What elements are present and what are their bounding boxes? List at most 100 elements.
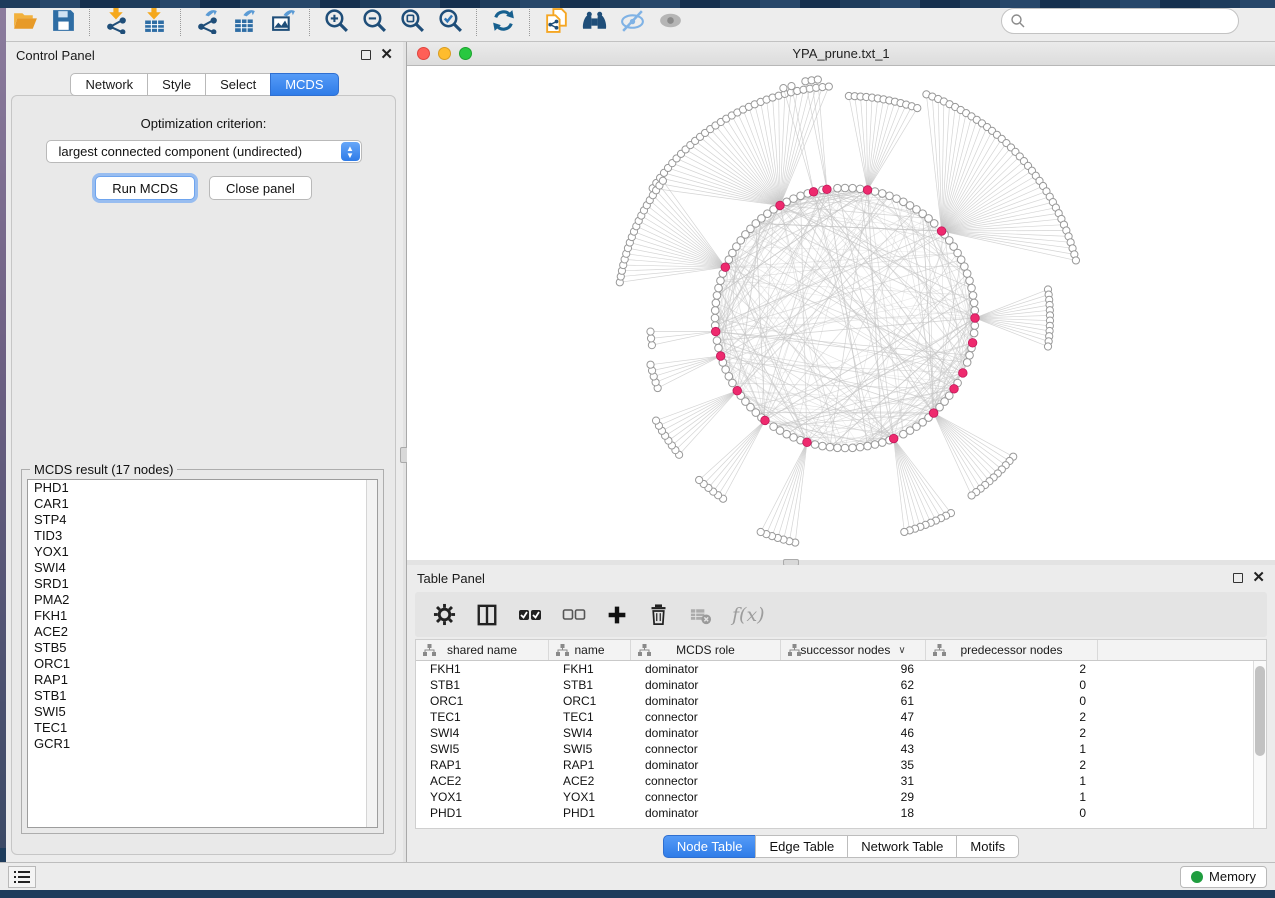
toolbar-separator bbox=[180, 6, 181, 36]
tab-motifs[interactable]: Motifs bbox=[956, 835, 1019, 858]
node-table[interactable]: shared namenameMCDS rolesuccessor nodes∨… bbox=[415, 639, 1267, 829]
cell-shared-name: ACE2 bbox=[416, 774, 549, 788]
add-column-button[interactable] bbox=[606, 604, 628, 626]
cell-predecessor-nodes: 0 bbox=[926, 678, 1098, 692]
mcds-result-item[interactable]: ACE2 bbox=[28, 624, 377, 640]
network-graph[interactable] bbox=[407, 66, 1275, 559]
zoom-in-icon bbox=[323, 7, 350, 34]
result-list-scrollbar[interactable] bbox=[366, 480, 377, 827]
delete-table-button-disabled bbox=[689, 604, 712, 626]
cell-predecessor-nodes: 1 bbox=[926, 742, 1098, 756]
column-header-predecessor-nodes[interactable]: predecessor nodes bbox=[926, 640, 1098, 660]
mcds-result-item[interactable]: PHD1 bbox=[28, 480, 377, 496]
cell-name: SWI4 bbox=[549, 726, 631, 740]
mcds-result-item[interactable]: CAR1 bbox=[28, 496, 377, 512]
mcds-result-item[interactable]: STP4 bbox=[28, 512, 377, 528]
tab-network-table[interactable]: Network Table bbox=[847, 835, 957, 858]
zoom-out-icon bbox=[361, 7, 388, 34]
table-row[interactable]: FKH1FKH1dominator962 bbox=[416, 661, 1266, 677]
table-row[interactable]: RAP1RAP1dominator352 bbox=[416, 757, 1266, 773]
criterion-select[interactable]: largest connected component (undirected)… bbox=[46, 140, 362, 163]
cell-predecessor-nodes: 2 bbox=[926, 710, 1098, 724]
mcds-result-items: PHD1CAR1STP4TID3YOX1SWI4SRD1PMA2FKH1ACE2… bbox=[28, 480, 377, 752]
deselect-all-button[interactable] bbox=[562, 604, 586, 626]
table-row[interactable]: ORC1ORC1dominator610 bbox=[416, 693, 1266, 709]
mcds-result-item[interactable]: ORC1 bbox=[28, 656, 377, 672]
open-folder-icon bbox=[12, 7, 39, 34]
cell-successor-nodes: 62 bbox=[781, 678, 926, 692]
table-body: FKH1FKH1dominator962STB1STB1dominator620… bbox=[416, 661, 1266, 821]
control-panel: Control Panel ✕ NetworkStyleSelectMCDS O… bbox=[6, 42, 403, 862]
mcds-result-item[interactable]: SRD1 bbox=[28, 576, 377, 592]
table-row[interactable]: YOX1YOX1connector291 bbox=[416, 789, 1266, 805]
float-panel-icon[interactable] bbox=[361, 50, 371, 60]
tab-style[interactable]: Style bbox=[147, 73, 206, 96]
refresh-icon bbox=[490, 7, 517, 34]
close-table-panel-icon[interactable]: ✕ bbox=[1252, 573, 1265, 583]
cell-name: YOX1 bbox=[549, 790, 631, 804]
cell-successor-nodes: 43 bbox=[781, 742, 926, 756]
mcds-result-item[interactable]: RAP1 bbox=[28, 672, 377, 688]
search-icon bbox=[1010, 13, 1026, 29]
table-row[interactable]: PHD1PHD1dominator180 bbox=[416, 805, 1266, 821]
cell-successor-nodes: 96 bbox=[781, 662, 926, 676]
close-panel-button[interactable]: Close panel bbox=[209, 176, 312, 200]
table-scrollbar[interactable] bbox=[1253, 661, 1266, 828]
delete-column-button[interactable] bbox=[648, 603, 669, 626]
list-icon bbox=[14, 870, 30, 884]
cell-name: ORC1 bbox=[549, 694, 631, 708]
mcds-result-item[interactable]: STB5 bbox=[28, 640, 377, 656]
search-input[interactable] bbox=[1001, 8, 1239, 34]
cell-MCDS-role: dominator bbox=[631, 662, 781, 676]
cell-predecessor-nodes: 2 bbox=[926, 662, 1098, 676]
column-header-MCDS-role[interactable]: MCDS role bbox=[631, 640, 781, 660]
memory-button[interactable]: Memory bbox=[1180, 866, 1267, 888]
cell-shared-name: YOX1 bbox=[416, 790, 549, 804]
network-canvas[interactable] bbox=[407, 66, 1275, 559]
mcds-result-item[interactable]: PMA2 bbox=[28, 592, 377, 608]
run-mcds-button[interactable]: Run MCDS bbox=[95, 176, 195, 200]
tab-edge-table[interactable]: Edge Table bbox=[755, 835, 848, 858]
plus-icon bbox=[606, 604, 628, 626]
select-all-button[interactable] bbox=[518, 604, 542, 626]
mcds-result-item[interactable]: SWI5 bbox=[28, 704, 377, 720]
clone-network-icon bbox=[543, 7, 570, 34]
table-scrollbar-thumb[interactable] bbox=[1255, 666, 1265, 756]
close-panel-icon[interactable]: ✕ bbox=[380, 50, 393, 60]
mcds-result-item[interactable]: STB1 bbox=[28, 688, 377, 704]
table-row[interactable]: SWI4SWI4dominator462 bbox=[416, 725, 1266, 741]
column-header-name[interactable]: name bbox=[549, 640, 631, 660]
tab-select[interactable]: Select bbox=[205, 73, 271, 96]
column-header-successor-nodes[interactable]: successor nodes∨ bbox=[781, 640, 926, 660]
show-columns-button[interactable] bbox=[476, 604, 498, 626]
table-row[interactable]: SWI5SWI5connector431 bbox=[416, 741, 1266, 757]
cell-name: ACE2 bbox=[549, 774, 631, 788]
mcds-result-item[interactable]: YOX1 bbox=[28, 544, 377, 560]
table-row[interactable]: TEC1TEC1connector472 bbox=[416, 709, 1266, 725]
tab-node-table[interactable]: Node Table bbox=[663, 835, 757, 858]
table-row[interactable]: STB1STB1dominator620 bbox=[416, 677, 1266, 693]
cell-shared-name: STB1 bbox=[416, 678, 549, 692]
optimization-criterion-label: Optimization criterion: bbox=[12, 116, 395, 131]
float-table-panel-icon[interactable] bbox=[1233, 573, 1243, 583]
mcds-result-list[interactable]: PHD1CAR1STP4TID3YOX1SWI4SRD1PMA2FKH1ACE2… bbox=[27, 479, 378, 828]
cell-predecessor-nodes: 1 bbox=[926, 790, 1098, 804]
network-window: YPA_prune.txt_1 bbox=[407, 42, 1275, 560]
mcds-result-item[interactable]: GCR1 bbox=[28, 736, 377, 752]
table-row[interactable]: ACE2ACE2connector311 bbox=[416, 773, 1266, 789]
mcds-result-item[interactable]: TID3 bbox=[28, 528, 377, 544]
tab-mcds[interactable]: MCDS bbox=[270, 73, 338, 96]
task-history-button[interactable] bbox=[8, 866, 36, 888]
mcds-result-item[interactable]: TEC1 bbox=[28, 720, 377, 736]
cell-predecessor-nodes: 1 bbox=[926, 774, 1098, 788]
cell-MCDS-role: connector bbox=[631, 742, 781, 756]
mcds-result-item[interactable]: FKH1 bbox=[28, 608, 377, 624]
table-settings-button[interactable] bbox=[433, 603, 456, 626]
cell-predecessor-nodes: 0 bbox=[926, 806, 1098, 820]
desktop-wallpaper-bottom bbox=[0, 0, 1275, 8]
column-header-shared-name[interactable]: shared name bbox=[416, 640, 549, 660]
mcds-result-item[interactable]: SWI4 bbox=[28, 560, 377, 576]
toolbar-separator bbox=[529, 6, 530, 36]
tab-network[interactable]: Network bbox=[70, 73, 148, 96]
network-titlebar[interactable]: YPA_prune.txt_1 bbox=[407, 42, 1275, 66]
